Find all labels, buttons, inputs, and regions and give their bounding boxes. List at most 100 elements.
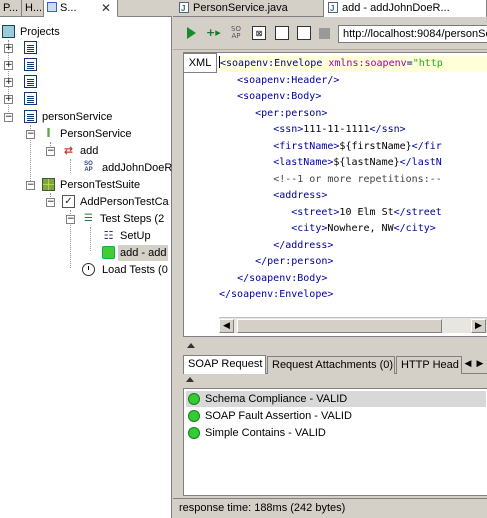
collapse-panel-icon[interactable] [187, 343, 195, 348]
project-icon [24, 75, 37, 88]
xml-line[interactable]: <firstName>${firstName}</fir [219, 139, 442, 155]
xml-line[interactable]: <address> [219, 188, 327, 204]
expand-icon[interactable]: + [4, 95, 13, 104]
tab-package-explorer[interactable]: P... [0, 0, 22, 17]
workspace-icon [2, 25, 15, 38]
split-view-icon[interactable] [275, 26, 289, 40]
scroll-left-icon[interactable]: ◀ [219, 319, 234, 333]
collapse-icon[interactable]: − [46, 147, 55, 156]
tree-item-loadtests[interactable]: Load Tests (0 [82, 262, 170, 278]
tab-hierarchy[interactable]: H... [22, 0, 44, 17]
project-icon [24, 92, 37, 105]
tree-item-testsuite[interactable]: − PersonTestSuite [26, 177, 166, 193]
submit-request-play-icon[interactable] [187, 27, 196, 39]
xml-token: 111-11-1111 [303, 124, 370, 135]
tree-item-interface[interactable]: − I PersonService [26, 126, 166, 142]
tree-item-request[interactable]: SO AP addJohnDoeR [82, 160, 172, 176]
tree-item-personservice-project[interactable]: − personService [4, 109, 154, 125]
xml-line[interactable]: <soapenv:Envelope xmlns:soapenv="http [219, 56, 487, 72]
assertion-item[interactable]: Simple Contains - VALID [186, 425, 486, 441]
xml-token: </city> [393, 223, 436, 234]
add-request-icon[interactable]: +▸ [206, 26, 221, 40]
xml-token: Nowhere, NW [327, 223, 394, 234]
tree-item-setup[interactable]: ☷ SetUp [102, 228, 170, 244]
xml-line[interactable]: </soapenv:Envelope> [219, 287, 333, 303]
assertions-header [183, 375, 487, 387]
tree-item-testcase[interactable]: − ✓ AddPersonTestCa [46, 194, 170, 210]
collapse-assertions-icon[interactable] [186, 377, 194, 382]
expand-icon[interactable]: + [4, 61, 13, 70]
soap-icon[interactable]: SO AP [229, 26, 243, 40]
xml-line[interactable]: <street>10 Elm St</street [219, 205, 442, 221]
assertion-item[interactable]: Schema Compliance - VALID [186, 391, 486, 407]
teststeps-icon: ☰ [84, 213, 93, 224]
xml-line[interactable]: <soapenv:Body> [219, 89, 321, 105]
stop-icon[interactable] [319, 28, 330, 39]
xml-view-tab[interactable]: XML [183, 53, 217, 73]
xml-line[interactable]: </address> [219, 238, 333, 254]
collapse-icon[interactable]: − [66, 215, 75, 224]
tree-item-operation-add[interactable]: − ⇄ add [46, 143, 166, 159]
tree-item-project[interactable]: + [4, 57, 64, 73]
testcase-icon: ✓ [62, 195, 75, 208]
tab-soapui-navigator[interactable]: S... ✕ [44, 0, 118, 17]
request-file-icon [328, 1, 338, 17]
xml-line[interactable]: </soapenv:Body> [219, 271, 327, 287]
xml-token: <firstName> [273, 140, 340, 152]
xml-token: 10 Elm St [339, 206, 394, 218]
tab-scroll-right-icon[interactable]: ▶ [474, 357, 486, 371]
close-icon[interactable]: ✕ [101, 0, 111, 16]
xml-token: <soapenv:Header/> [237, 74, 340, 86]
tab-add-request[interactable]: add - addJohnDoeR... [323, 0, 487, 17]
tree-item-project[interactable]: + [4, 74, 64, 90]
collapse-icon[interactable]: − [46, 198, 55, 207]
response-status: response time: 188ms (242 bytes) [173, 498, 487, 518]
xml-text-content[interactable]: <soapenv:Envelope xmlns:soapenv="http <s… [219, 54, 487, 316]
tree-item-teststeps[interactable]: − ☰ Test Steps (2 [66, 211, 170, 227]
xml-line[interactable]: <city>Nowhere, NW</city> [219, 221, 436, 237]
collapse-icon[interactable]: − [26, 181, 35, 190]
endpoint-url-field[interactable]: http://localhost:9084/personSe [338, 25, 487, 43]
format-icon[interactable]: ⊠ [252, 26, 266, 40]
xml-token: xmlns:soapenv [328, 58, 407, 69]
xml-line[interactable]: <soapenv:Header/> [219, 73, 339, 89]
horizontal-scrollbar[interactable]: ◀ ▶ [219, 317, 487, 333]
xml-token: </soapenv:Body> [237, 272, 328, 284]
tree-item-project[interactable]: + [4, 40, 64, 56]
tab-http-headers[interactable]: HTTP Head [396, 356, 462, 374]
scroll-thumb[interactable] [237, 319, 442, 333]
xml-token: "http [412, 58, 443, 69]
tab-scroll-left-icon[interactable]: ◀ [462, 357, 474, 371]
xml-line[interactable]: </per:person> [219, 254, 333, 270]
xml-token: </ssn> [369, 124, 406, 135]
xml-token: <soapenv:Body> [237, 91, 322, 102]
xml-token: <lastName> [273, 157, 334, 168]
collapse-icon[interactable]: − [26, 130, 35, 139]
xml-token: <street> [291, 206, 340, 218]
collapse-icon[interactable]: − [4, 113, 13, 122]
xml-line[interactable]: <per:person> [219, 106, 327, 122]
assertion-item[interactable]: SOAP Fault Assertion - VALID [186, 408, 486, 424]
project-icon [24, 41, 37, 54]
expand-icon[interactable]: + [4, 78, 13, 87]
xml-token: </soapenv:Envelope> [219, 289, 334, 300]
xml-line[interactable]: <lastName>${lastName}</lastN [219, 155, 442, 171]
valid-status-icon [188, 427, 200, 439]
expand-icon[interactable]: + [4, 44, 13, 53]
request-detail-tab-bar: SOAP Request Request Attachments (0) HTT… [183, 355, 487, 374]
xml-token: ${lastName} [333, 157, 400, 168]
tab-request-attachments[interactable]: Request Attachments (0) [267, 356, 395, 374]
scroll-right-icon[interactable]: ▶ [471, 319, 486, 333]
xml-token: <per:person> [255, 107, 328, 119]
operation-icon: ⇄ [63, 144, 74, 157]
assertion-label: SOAP Fault Assertion - VALID [205, 410, 352, 422]
tabbed-view-icon[interactable] [297, 26, 311, 40]
xml-line[interactable]: <!--1 or more repetitions:-- [219, 172, 442, 188]
tab-personservice-java[interactable]: PersonService.java [175, 0, 320, 17]
tree-item-project[interactable]: + [4, 91, 64, 107]
xml-line[interactable]: <ssn>111-11-1111</ssn> [219, 122, 406, 138]
soap-request-icon: SO AP [84, 161, 93, 173]
tab-soap-request[interactable]: SOAP Request [183, 355, 266, 374]
tree-item-step-add[interactable]: add - add [102, 245, 170, 261]
splitter[interactable] [183, 339, 487, 353]
